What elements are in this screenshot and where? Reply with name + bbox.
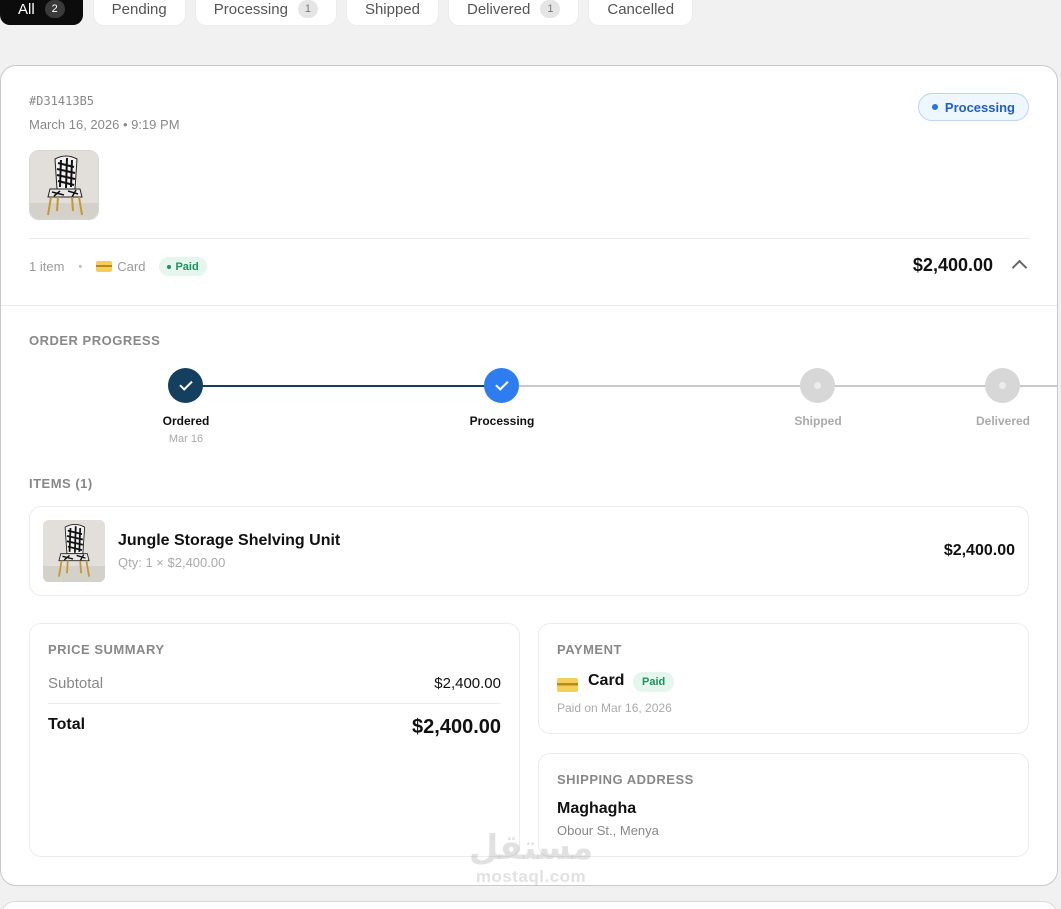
- tab-label: Processing: [213, 0, 288, 18]
- items-heading: ITEMS (1): [29, 476, 93, 491]
- watermark-latin: mostaql.com: [475, 867, 587, 886]
- mostaql-watermark: مستقل mostaql.com: [466, 828, 596, 886]
- step-ordered-indicator: [168, 368, 203, 403]
- status-badge: Processing: [917, 93, 1029, 121]
- check-icon: [178, 377, 193, 391]
- status-label: Processing: [944, 99, 1015, 115]
- payment-method: Card: [117, 259, 146, 274]
- shipping-city: Maghagha: [557, 800, 637, 817]
- payment-heading: PAYMENT: [557, 642, 622, 657]
- shipping-address-heading: SHIPPING ADDRESS: [557, 772, 694, 787]
- divider: [48, 703, 501, 704]
- step-label-shipped: Shipped: [794, 414, 842, 428]
- list-item[interactable]: Jungle Storage Shelving Unit Qty: 1 × $2…: [29, 506, 1029, 596]
- watermark-arabic: مستقل: [468, 828, 594, 868]
- tab-label: Delivered: [467, 0, 531, 18]
- order-id: #D31413B5: [29, 94, 95, 108]
- tab-count-badge: 2: [44, 0, 65, 18]
- status-dot-icon: [931, 104, 938, 110]
- divider: [1, 305, 1057, 306]
- order-total: $2,400.00: [912, 255, 993, 275]
- chevron-up-icon[interactable]: [1011, 259, 1028, 276]
- price-summary-panel: PRICE SUMMARY Subtotal $2,400.00 Total $…: [29, 623, 520, 857]
- tab-cancelled[interactable]: Cancelled: [589, 0, 693, 25]
- price-summary-heading: PRICE SUMMARY: [48, 642, 165, 657]
- step-shipped-indicator: [800, 368, 835, 403]
- tab-label: Shipped: [364, 0, 420, 18]
- check-icon: [494, 377, 509, 391]
- total-label: Total: [48, 716, 86, 733]
- item-quantity: Qty: 1 × $2,400.00: [118, 555, 226, 570]
- tab-all[interactable]: All 2: [0, 0, 83, 25]
- tab-processing[interactable]: Processing 1: [195, 0, 336, 25]
- payment-status-label: Paid: [175, 260, 199, 273]
- order-progress-heading: ORDER PROGRESS: [29, 333, 161, 348]
- item-count: 1 item: [29, 259, 65, 274]
- progress-line-completed: [186, 385, 502, 387]
- order-status-tabs: All 2 Pending Processing 1 Shipped Deliv…: [0, 0, 693, 25]
- paid-on-date: Paid on Mar 16, 2026: [557, 701, 672, 715]
- meta-separator: •: [78, 260, 83, 273]
- order-card: #D31413B5 March 16, 2026 • 9:19 PM Proce…: [0, 65, 1058, 886]
- total-value: $2,400.00: [412, 716, 501, 738]
- order-date: March 16, 2026 • 9:19 PM: [29, 117, 180, 132]
- chair-image-icon: [43, 520, 105, 582]
- divider: [29, 238, 1029, 239]
- item-thumbnail: [43, 520, 105, 582]
- step-processing-indicator: [484, 368, 519, 403]
- order-meta-row: 1 item • Card Paid: [29, 257, 207, 276]
- step-label-ordered: Ordered: [162, 414, 210, 428]
- step-label-delivered: Delivered: [975, 414, 1031, 428]
- item-name: Jungle Storage Shelving Unit: [118, 532, 341, 549]
- tab-delivered[interactable]: Delivered 1: [449, 0, 579, 25]
- tab-count-badge: 1: [297, 0, 318, 18]
- order-card-collapsed[interactable]: [0, 901, 1058, 909]
- tab-pending[interactable]: Pending: [93, 0, 185, 25]
- step-date-ordered: Mar 16: [168, 433, 204, 445]
- payment-panel: PAYMENT Card Paid Paid on Mar 16, 2026: [538, 623, 1029, 734]
- credit-card-icon: [96, 261, 113, 272]
- shipping-address-panel: SHIPPING ADDRESS Maghagha Obour St., Men…: [538, 753, 1029, 857]
- chair-image-icon: [30, 151, 98, 219]
- tab-label: Cancelled: [607, 0, 675, 18]
- payment-status-badge: Paid: [633, 672, 675, 692]
- progress-line-remaining: [502, 385, 1057, 387]
- tab-count-badge: 1: [540, 0, 561, 18]
- subtotal-value: $2,400.00: [434, 675, 501, 692]
- tab-shipped[interactable]: Shipped: [346, 0, 438, 25]
- step-label-processing: Processing: [469, 414, 535, 428]
- payment-method: Card: [588, 672, 625, 689]
- tab-label: Pending: [111, 0, 167, 18]
- payment-status-badge: Paid: [159, 257, 207, 276]
- credit-card-icon: [557, 678, 578, 692]
- tab-label: All: [18, 0, 35, 18]
- item-price: $2,400.00: [943, 542, 1015, 559]
- order-item-thumbnail: [29, 150, 99, 220]
- pending-dot-icon: [814, 382, 821, 389]
- subtotal-label: Subtotal: [48, 675, 104, 692]
- pending-dot-icon: [999, 382, 1006, 389]
- step-delivered-indicator: [985, 368, 1020, 403]
- paid-dot-icon: [167, 264, 172, 269]
